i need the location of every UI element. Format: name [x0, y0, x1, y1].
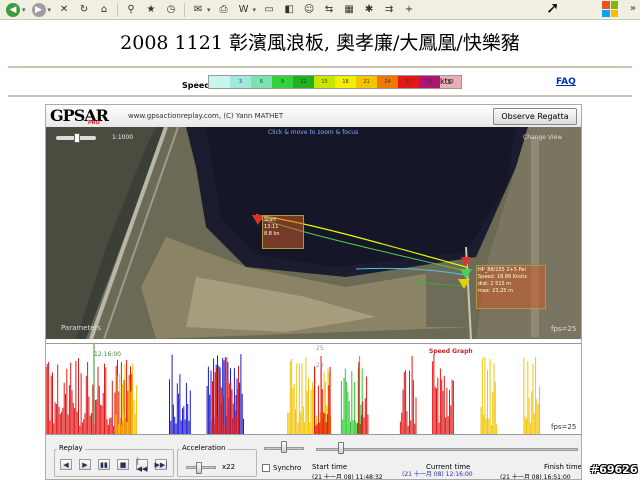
map-zoom-value: 1:1000 — [112, 134, 134, 141]
change-view-button[interactable]: Change View — [523, 134, 562, 141]
sailor-label-red: Start 13:11 8.8 kn — [262, 215, 304, 249]
replay-title: Replay — [57, 444, 85, 452]
add-icon[interactable]: + — [402, 3, 416, 17]
speed-graph-y-top: 25 — [316, 345, 324, 352]
skip-back-icon[interactable]: |◀◀ — [136, 457, 148, 473]
forward-dropdown-icon[interactable]: ▾ — [48, 6, 52, 14]
speed-legend-bin: 30 — [419, 76, 440, 88]
favorites-icon[interactable]: ★ — [144, 3, 158, 17]
credit-text: www.gpsactionreplay.com, (C) Yann MATHET — [128, 112, 284, 120]
discuss-icon[interactable]: ◧ — [282, 3, 296, 17]
edit-icon[interactable]: W — [237, 3, 251, 17]
map-fps: fps=25 — [551, 325, 577, 333]
synchro-slider-thumb[interactable] — [281, 441, 287, 453]
back-icon[interactable]: ◀ — [6, 2, 20, 17]
history-icon[interactable]: ◷ — [164, 3, 178, 17]
speed-legend-bin: 27 — [398, 76, 419, 88]
parameters-button[interactable]: Parameters — [61, 324, 101, 332]
windows-logo-icon — [602, 1, 618, 17]
stop-icon[interactable]: ✕ — [57, 3, 71, 17]
finish-time-label: Finish time — [544, 463, 582, 471]
folder-icon[interactable]: ▭ — [262, 3, 276, 17]
speed-legend-bin: 6 — [251, 76, 272, 88]
satellite-map[interactable]: 1:1000 Click & move to zoom & focus Chan… — [46, 127, 581, 339]
applet-header: GPSAR PRO www.gpsactionreplay.com, (C) Y… — [46, 105, 581, 127]
speed-legend-bin: 3 — [230, 76, 251, 88]
faq-link[interactable]: FAQ — [556, 77, 576, 87]
play-icon[interactable]: ▶ — [79, 459, 91, 470]
speed-graph-title: Speed Graph — [429, 348, 473, 355]
rewind-icon[interactable]: ◀ — [60, 459, 72, 470]
observe-regatta-button[interactable]: Observe Regatta — [493, 108, 577, 125]
speed-legend-bar: 3 6 9 12 15 18 21 24 27 30 33 — [208, 75, 462, 89]
messenger-icon[interactable]: ☺ — [302, 3, 316, 17]
print-icon[interactable]: ⎙ — [217, 3, 231, 17]
forward-icon[interactable]: ▶ — [31, 2, 46, 17]
speed-legend-bin: 12 — [293, 76, 314, 88]
browser-toolbar: ◀ ▾ ▶ ▾ ✕ ↻ ⌂ ⚲ ★ ◷ ✉ ▾ ⎙ W ▾ ▭ ◧ ☺ ⇆ ▦ … — [0, 0, 640, 20]
links-icon[interactable]: ⇉ — [382, 3, 396, 17]
speed-legend-bin: 21 — [356, 76, 377, 88]
toolbar-divider — [184, 2, 186, 17]
divider — [8, 95, 632, 97]
divider — [8, 66, 632, 68]
synchro-label: Synchro — [273, 464, 302, 472]
more-icon[interactable]: » — [630, 3, 636, 14]
speed-graph-time-marker: 12:16:00 — [94, 351, 121, 358]
skip-forward-icon[interactable]: ▶▶| — [154, 459, 168, 470]
research-icon[interactable]: ⇆ — [322, 3, 336, 17]
gpsar-applet: GPSAR PRO www.gpsactionreplay.com, (C) Y… — [45, 104, 582, 480]
replay-controls: Replay ◀ ▶ ▮▮ ■ |◀◀ ▶▶| Acceleration x22 Sync… — [46, 435, 582, 480]
sailor-label-orange: HP_88/155 2+5 Pei Speed: 18.86 Knots dis… — [476, 265, 546, 309]
search-icon[interactable]: ⚲ — [124, 3, 138, 17]
timeline-slider-thumb[interactable] — [338, 442, 344, 454]
start-time-label: Start time — [312, 463, 348, 471]
speed-legend-bin: 9 — [272, 76, 293, 88]
mail-icon[interactable]: ✉ — [191, 3, 205, 17]
bluetooth-icon[interactable]: ✱ — [362, 3, 376, 17]
acceleration-group — [177, 449, 257, 477]
toolbar-divider — [117, 2, 119, 17]
page-title: 2008 1121 彰濱風浪板, 奧孝廉/大鳳凰/快樂豬 — [120, 32, 520, 54]
stop-icon[interactable]: ■ — [117, 459, 129, 470]
map-zoom-slider[interactable] — [56, 133, 96, 143]
home-icon[interactable]: ⌂ — [97, 3, 111, 17]
speed-graph-y-mid: 20 — [316, 362, 324, 369]
speed-graph[interactable]: Speed Graph 12:16:00 25 20 fps=25 — [46, 343, 581, 436]
speed-legend-bin: 24 — [377, 76, 398, 88]
finish-time-value: (21 十一月 08) 16:51:00 — [500, 474, 571, 480]
speed-unit: kts — [440, 77, 452, 86]
pause-icon[interactable]: ▮▮ — [98, 459, 110, 470]
synchro-checkbox[interactable] — [262, 464, 270, 472]
map-hint: Click & move to zoom & focus — [268, 129, 359, 136]
gpsar-logo-sub: PRO — [88, 120, 100, 126]
refresh-icon[interactable]: ↻ — [77, 3, 91, 17]
mouse-cursor-icon: ➚ — [546, 0, 560, 17]
graph-fps: fps=25 — [551, 423, 577, 431]
back-dropdown-icon[interactable]: ▾ — [22, 6, 26, 14]
mail-dropdown-icon[interactable]: ▾ — [207, 6, 211, 14]
speed-legend-bin: 15 — [314, 76, 335, 88]
tools-icon[interactable]: ▦ — [342, 3, 356, 17]
speed-legend-bin — [209, 76, 230, 88]
acceleration-slider-thumb[interactable] — [196, 462, 202, 474]
current-time-value: (21 十一月 08) 12:16:00 — [402, 471, 473, 478]
speed-graph-plot — [46, 344, 540, 436]
map-zoom-thumb[interactable] — [74, 133, 80, 143]
timeline-slider[interactable] — [316, 448, 578, 451]
acceleration-title: Acceleration — [180, 444, 228, 452]
acceleration-value: x22 — [222, 463, 236, 471]
image-watermark: #69626 — [590, 463, 638, 476]
start-time-value: (21 十一月 08) 11:48:32 — [312, 474, 383, 480]
speed-legend-bin: 18 — [335, 76, 356, 88]
edit-dropdown-icon[interactable]: ▾ — [253, 6, 257, 14]
